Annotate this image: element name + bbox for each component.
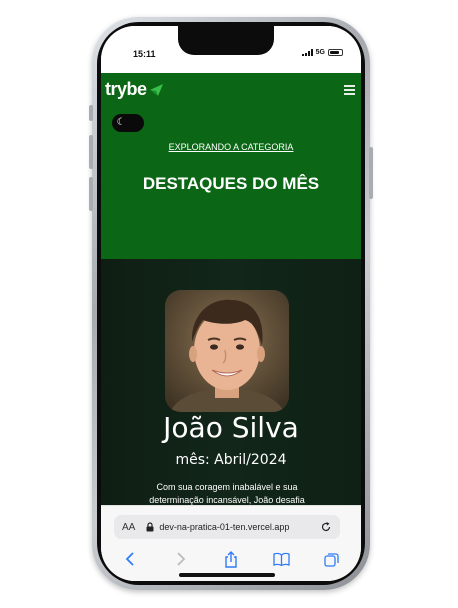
power-button	[369, 147, 373, 199]
tabs-icon[interactable]	[321, 550, 343, 568]
person-description: Com sua coragem inabalável e sua determi…	[149, 482, 305, 505]
status-bar: 15:11 5G	[101, 26, 361, 73]
status-indicators: 5G	[301, 49, 343, 56]
theme-toggle[interactable]: ☾	[112, 114, 144, 132]
battery-icon	[328, 49, 343, 56]
portrait-image	[165, 290, 289, 412]
lock-icon	[146, 522, 154, 532]
moon-icon: ☾	[116, 117, 126, 128]
hero-section: trybe ☾ EXPLORANDO A CATEGORIA DESTAQUES…	[101, 73, 361, 259]
featured-month: mês: Abril/2024	[175, 452, 287, 468]
person-name: João Silva	[163, 411, 299, 444]
bookmarks-icon[interactable]	[270, 550, 292, 568]
network-label: 5G	[315, 49, 325, 56]
logo-text: trybe	[105, 79, 147, 99]
address-bar[interactable]: AA dev-na-pratica-01-ten.vercel.app	[114, 515, 340, 539]
phone-screen: 15:11 5G trybe ☾ EXPLORANDO A CATEGORIA …	[101, 26, 361, 581]
logo-arrow-icon	[149, 83, 163, 96]
safari-bottom-bar: AA dev-na-pratica-01-ten.vercel.app	[101, 505, 361, 581]
volume-up-button	[89, 135, 93, 169]
url-text: dev-na-pratica-01-ten.vercel.app	[159, 522, 290, 532]
signal-icon	[301, 49, 313, 56]
volume-down-button	[89, 177, 93, 211]
reload-icon[interactable]	[320, 521, 332, 533]
category-link[interactable]: EXPLORANDO A CATEGORIA	[101, 142, 361, 152]
home-indicator	[179, 573, 275, 577]
trybe-logo[interactable]: trybe	[105, 79, 164, 100]
web-page: trybe ☾ EXPLORANDO A CATEGORIA DESTAQUES…	[101, 73, 361, 505]
back-arrow-icon[interactable]	[119, 550, 141, 568]
featured-card: João Silva mês: Abril/2024 Com sua corag…	[101, 259, 361, 505]
forward-arrow-icon[interactable]	[170, 550, 192, 568]
dynamic-notch	[178, 26, 274, 55]
reader-aa-button[interactable]: AA	[122, 522, 135, 533]
hamburger-menu-icon[interactable]	[344, 85, 355, 97]
safari-toolbar	[101, 548, 361, 570]
share-icon[interactable]	[220, 550, 242, 568]
phone-frame: 15:11 5G trybe ☾ EXPLORANDO A CATEGORIA …	[89, 17, 373, 590]
mute-switch	[89, 105, 93, 121]
status-time: 15:11	[133, 49, 156, 59]
profile-photo	[165, 290, 289, 412]
page-title: DESTAQUES DO MÊS	[142, 174, 320, 193]
